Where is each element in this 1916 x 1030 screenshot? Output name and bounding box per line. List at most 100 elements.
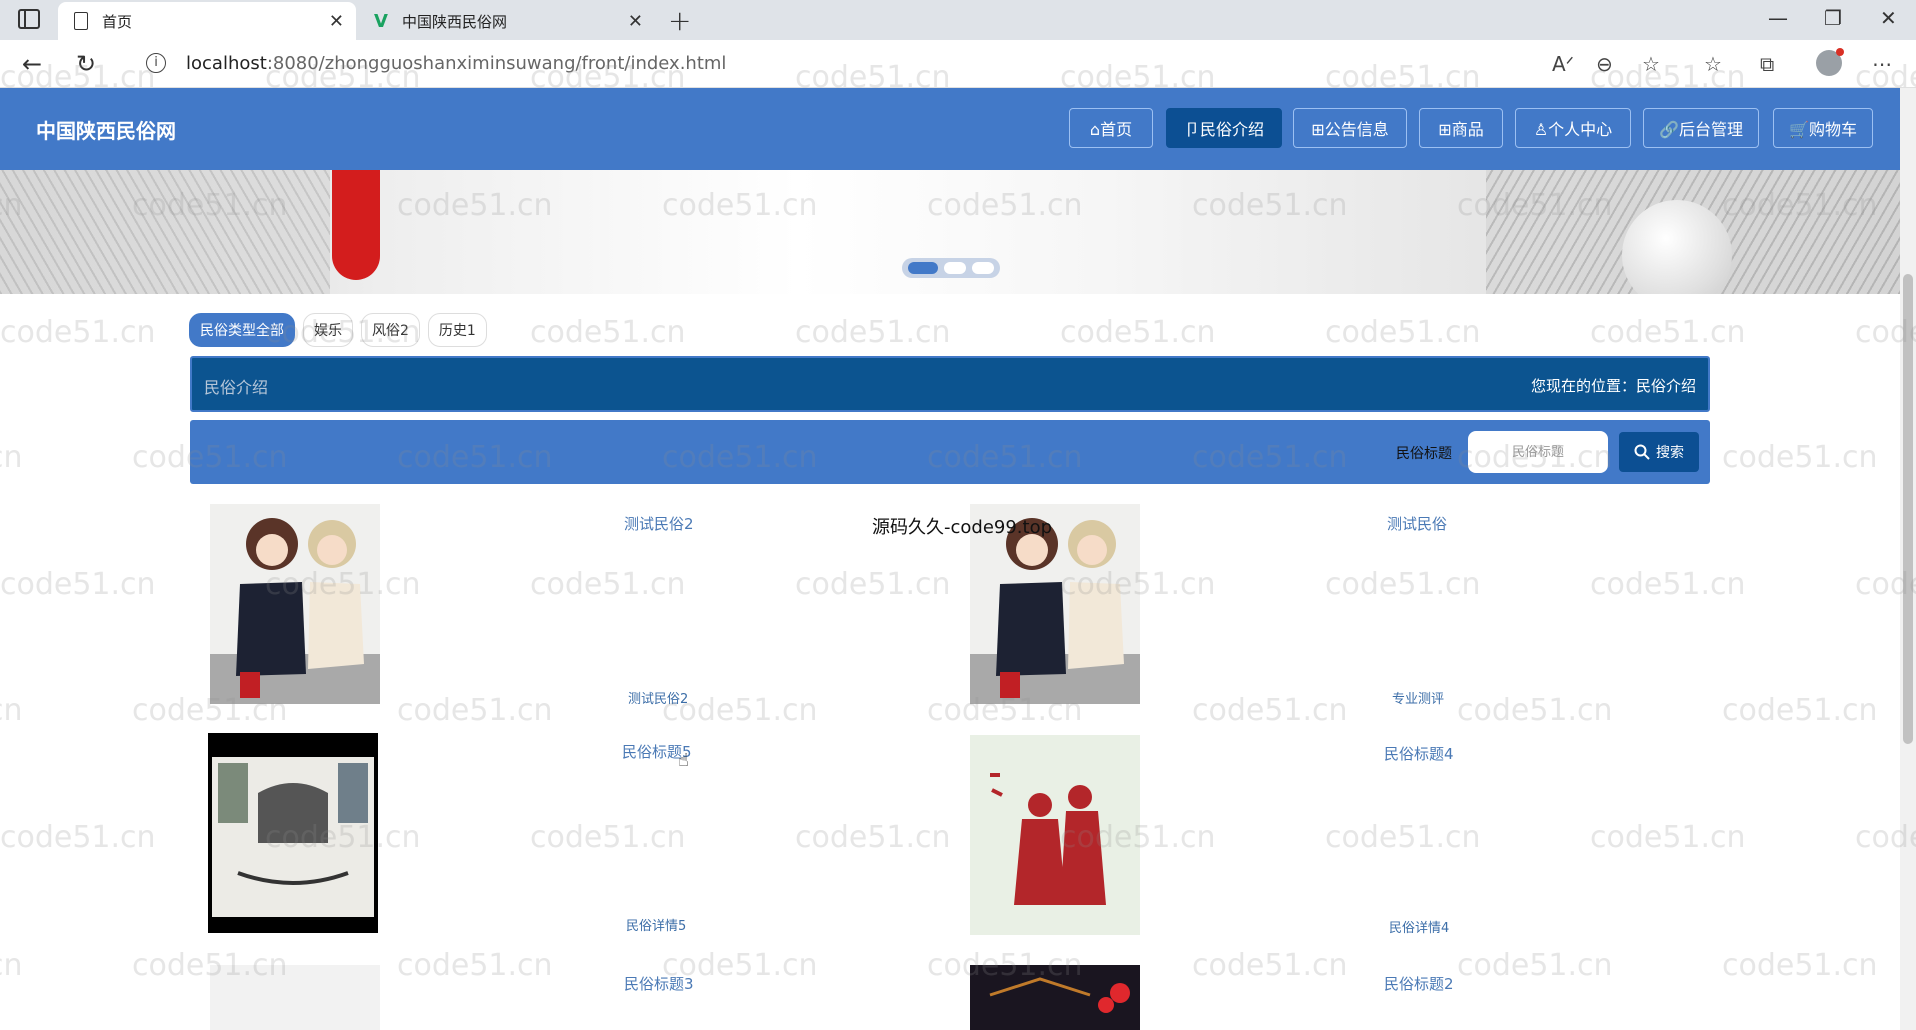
night-lanterns-image [970, 965, 1140, 1030]
item-title[interactable]: 民俗标题3 [624, 973, 694, 994]
breadcrumb: 民俗介绍 您现在的位置：民俗介绍 [190, 356, 1710, 412]
item-subtitle: 专业测评 [1392, 692, 1445, 707]
type-filter-entertainment[interactable]: 娱乐 [303, 313, 353, 347]
hand-cursor-icon: ☝ [678, 750, 689, 771]
watermark-text: code51.cn [1590, 315, 1746, 350]
location-text: 您现在的位置：民俗介绍 [1530, 377, 1696, 395]
item-title[interactable]: 民俗标题4 [1384, 743, 1454, 764]
item-subtitle: 测试民俗2 [628, 692, 689, 707]
watermark-text: code51.cn [1192, 948, 1348, 983]
watermark-text: code51.cn [1590, 567, 1746, 602]
watermark-text: code51.cn [1325, 820, 1481, 855]
tab-label: 首页 [102, 12, 133, 31]
type-filter-all[interactable]: 民俗类型全部 [189, 313, 295, 347]
watermark-text: code51.cn [0, 315, 156, 350]
watermark-text: code51.cn [1457, 948, 1613, 983]
carousel-dot[interactable] [972, 262, 994, 274]
watermark-text: code51.cn [397, 948, 553, 983]
item-image[interactable] [208, 733, 378, 933]
item-subtitle: 民俗详情5 [626, 919, 687, 934]
v-logo-icon: V [374, 10, 388, 32]
watermark-text: code51.cn [1722, 948, 1878, 983]
search-icon [1634, 444, 1650, 460]
carousel-dot[interactable] [944, 262, 966, 274]
nav-goods-button[interactable]: ⊞商品 [1419, 108, 1503, 148]
item-title[interactable]: 测试民俗 [1387, 513, 1447, 534]
url-field[interactable]: localhost:8080/zhongguoshanximinsuwang/f… [186, 53, 726, 74]
search-bar: 民俗标题 搜索 [190, 420, 1710, 484]
watermark-text: code51.cn [1060, 315, 1216, 350]
papercut-image [970, 735, 1140, 935]
browser-tab-bar: 首页 ✕ V 中国陕西民俗网 ✕ + — ❐ ✕ [0, 0, 1916, 40]
tab-actions-icon[interactable] [18, 9, 40, 29]
favorite-add-icon[interactable]: ☆ [1642, 52, 1660, 76]
watermark-text: code51.cn [0, 693, 23, 728]
search-label: 民俗标题 [1396, 446, 1452, 462]
watermark-text: code51.cn [397, 693, 553, 728]
item-image[interactable] [210, 965, 380, 1030]
nav-notice-button[interactable]: ⊞公告信息 [1293, 108, 1407, 148]
page-icon [74, 12, 88, 30]
restore-icon[interactable]: ❐ [1824, 6, 1842, 30]
type-filter-group: 民俗类型全部 娱乐 风俗2 历史1 [189, 313, 495, 347]
page-scrollbar[interactable] [1900, 88, 1916, 1030]
carousel-dot[interactable] [908, 262, 938, 274]
nav-folk-intro-button[interactable]: 卩民俗介绍 [1166, 108, 1282, 148]
nav-admin-button[interactable]: 🔗后台管理 [1643, 108, 1759, 148]
watermark-text: code51.cn [0, 567, 156, 602]
item-subtitle: 民俗详情4 [1389, 921, 1450, 936]
close-tab-icon[interactable]: ✕ [329, 11, 344, 32]
type-filter-custom2[interactable]: 风俗2 [361, 313, 420, 347]
section-title: 民俗介绍 [204, 378, 269, 397]
anime-girls-image [210, 504, 380, 704]
watermark-text: code51.cn [795, 567, 951, 602]
read-aloud-icon[interactable]: Aᐟ [1552, 52, 1574, 76]
nav-user-center-button[interactable]: ♙个人中心 [1515, 108, 1631, 148]
watermark-text: code51.cn [795, 315, 951, 350]
watermark-text: code51.cn [1722, 440, 1878, 475]
watermark-text: code51.cn [530, 820, 686, 855]
folk-culture-poster-image [208, 733, 378, 933]
zoom-out-icon[interactable]: ⊖ [1596, 52, 1613, 76]
favorites-icon[interactable]: ☆ [1704, 52, 1722, 76]
notification-dot [1836, 48, 1844, 56]
minimize-icon[interactable]: — [1768, 6, 1788, 30]
scrollbar-thumb[interactable] [1903, 274, 1913, 744]
type-filter-history1[interactable]: 历史1 [427, 313, 487, 347]
search-input[interactable] [1468, 431, 1608, 473]
back-icon[interactable]: ← [22, 50, 42, 78]
close-window-icon[interactable]: ✕ [1880, 6, 1897, 30]
watermark-text: code51.cn [1457, 693, 1613, 728]
overlay-text: 源码久久-code99.top [872, 517, 1053, 538]
banner-carousel[interactable] [0, 170, 1900, 294]
watermark-text: code51.cn [0, 948, 23, 983]
browser-tab-site[interactable]: V 中国陕西民俗网 ✕ [360, 2, 655, 40]
watermark-text: code51.cn [0, 820, 156, 855]
item-title[interactable]: 测试民俗2 [624, 513, 694, 534]
nav-cart-button[interactable]: 🛒购物车 [1773, 108, 1873, 148]
watermark-text: code51.cn [0, 440, 23, 475]
watermark-text: code51.cn [1590, 820, 1746, 855]
refresh-icon[interactable]: ↻ [76, 50, 96, 78]
new-tab-button[interactable]: + [668, 4, 691, 37]
banner-decoration [332, 170, 380, 280]
item-image[interactable] [970, 965, 1140, 1030]
watermark-text: code51.cn [1192, 693, 1348, 728]
item-image[interactable] [210, 504, 380, 704]
tab-label: 中国陕西民俗网 [401, 12, 507, 31]
watermark-text: code51.cn [530, 567, 686, 602]
item-image[interactable] [970, 735, 1140, 935]
close-tab-icon[interactable]: ✕ [628, 11, 643, 32]
address-bar: ← ↻ i localhost:8080/zhongguoshanximinsu… [0, 40, 1916, 88]
carousel-indicators [902, 258, 1000, 278]
watermark-text: code51.cn [530, 315, 686, 350]
nav-home-button[interactable]: ⌂首页 [1069, 108, 1153, 148]
item-title[interactable]: 民俗标题2 [1384, 973, 1454, 994]
watermark-text: code51.cn [1325, 315, 1481, 350]
more-icon[interactable]: ⋯ [1872, 52, 1892, 76]
watermark-text: code51.cn [1722, 693, 1878, 728]
browser-tab-home[interactable]: 首页 ✕ [58, 2, 356, 40]
search-button[interactable]: 搜索 [1619, 432, 1699, 472]
collections-icon[interactable]: ⧉ [1760, 52, 1774, 76]
site-info-icon[interactable]: i [146, 53, 166, 73]
